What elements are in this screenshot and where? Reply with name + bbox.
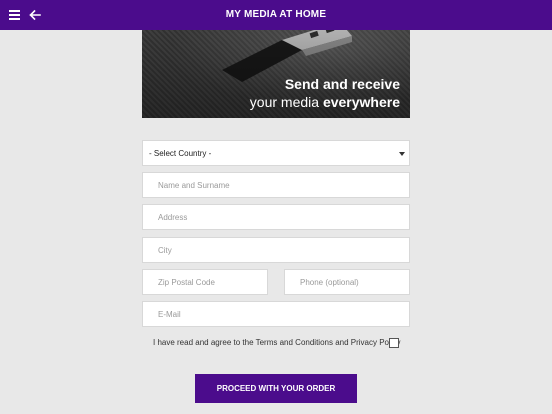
name-field-wrap [142,172,410,198]
zip-field-wrap [142,269,268,295]
terms-label: I have read and agree to the Terms and C… [153,338,401,347]
hero-banner: Send and receive your media everywhere [142,30,410,118]
hero-subheadline-prefix: your media [249,94,323,110]
proceed-button[interactable]: PROCEED WITH YOUR ORDER [195,374,357,403]
zip-field[interactable] [143,270,267,294]
phone-field[interactable] [285,270,409,294]
city-field-wrap [142,237,410,263]
hero-headline: Send and receive [284,76,400,92]
page-title: MY MEDIA AT HOME [225,9,327,20]
app-header: MY MEDIA AT HOME [0,0,552,30]
country-select[interactable]: - Select Country - [142,140,410,166]
address-field[interactable] [143,205,409,229]
terms-checkbox[interactable] [389,338,399,348]
phone-field-wrap [284,269,410,295]
caret-down-icon [399,152,405,156]
address-field-wrap [142,204,410,230]
hero-subheadline-bold: everywhere [322,94,400,110]
city-field[interactable] [143,238,409,262]
country-select-value: - Select Country - [149,149,212,158]
hero-subheadline: your media everywhere [250,94,400,110]
email-field[interactable] [143,302,409,326]
name-field[interactable] [143,173,409,197]
email-field-wrap [142,301,410,327]
